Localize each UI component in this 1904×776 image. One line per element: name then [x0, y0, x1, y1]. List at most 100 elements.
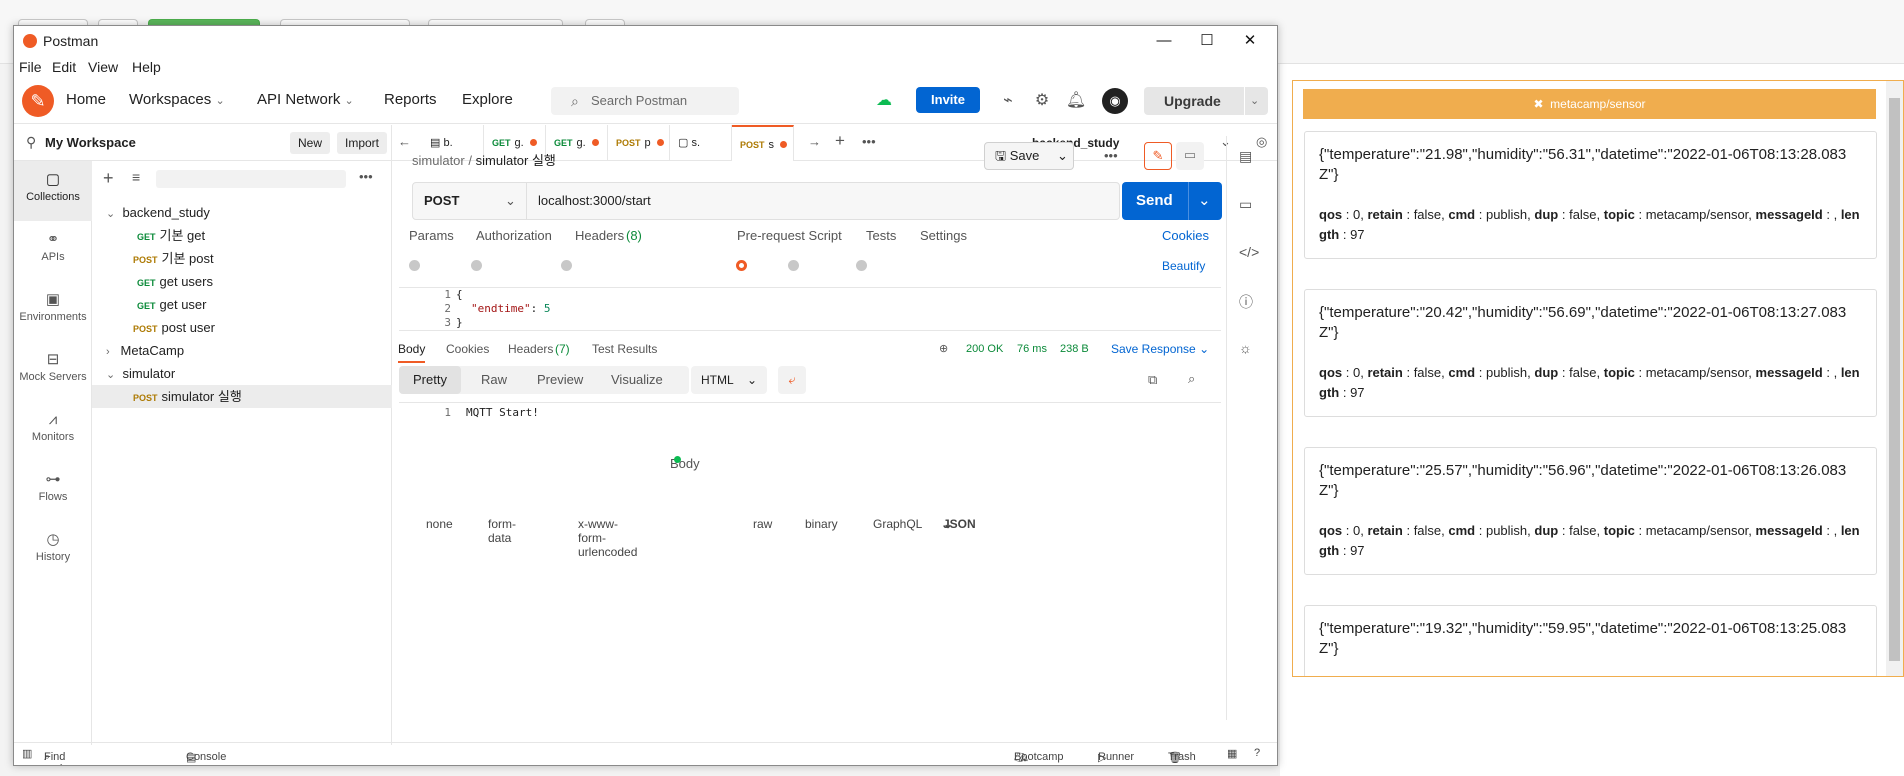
tree-folder[interactable]: ⌄ simulator [92, 362, 392, 385]
method-select[interactable]: POST ⌄ [413, 183, 527, 219]
avatar[interactable]: ◉ [1102, 88, 1128, 114]
nav-workspaces[interactable]: Workspaces ⌄ [129, 91, 225, 108]
gear-icon[interactable]: ⚙ [1030, 89, 1054, 113]
topic-header[interactable]: ✖ metacamp/sensor [1303, 89, 1876, 119]
workspace-name[interactable]: My Workspace [45, 135, 136, 150]
tree-folder[interactable]: ⌄ backend_study [92, 201, 392, 224]
resp-tab-body[interactable]: Body [398, 342, 426, 363]
minimize-button[interactable]: — [1149, 30, 1179, 52]
search-input[interactable]: ⌕ Search Postman [551, 87, 739, 115]
tree-request[interactable]: POST post user [92, 316, 392, 339]
breadcrumb-parent[interactable]: simulator [412, 153, 465, 168]
resp-tab-headers[interactable]: Headers [508, 342, 553, 356]
tab-settings[interactable]: Settings [920, 228, 967, 243]
tab-authorization[interactable]: Authorization [476, 228, 552, 243]
tab-pre-request-script[interactable]: Pre-request Script [737, 228, 842, 243]
view-preview[interactable]: Preview [537, 372, 583, 387]
comments-icon[interactable]: ▭ [1239, 196, 1252, 213]
satellite-icon[interactable]: ⌁ [996, 89, 1020, 113]
send-button[interactable]: Send ⌄ [1122, 182, 1222, 220]
search-icon[interactable]: ⌕ [1188, 371, 1195, 387]
request-tab[interactable]: POST p [608, 125, 670, 161]
scrollbar-thumb[interactable] [1889, 98, 1900, 661]
sidebar-item-collections[interactable]: ▢ Collections [14, 161, 92, 221]
info-icon[interactable]: ⓘ [1239, 292, 1253, 312]
radio-urlencoded[interactable]: x-www-form-urlencoded [561, 259, 637, 559]
more-icon[interactable]: ••• [1104, 148, 1118, 163]
bell-icon[interactable]: 🔔︎ [1064, 89, 1088, 113]
chevron-down-icon[interactable]: ⌄ [1057, 143, 1068, 169]
postman-app-icon[interactable]: ✎ [22, 85, 54, 117]
url-input[interactable]: localhost:3000/start [538, 183, 651, 219]
tree-request[interactable]: GET get user [92, 293, 392, 316]
radio-graphql[interactable]: GraphQL [856, 259, 922, 531]
tree-request[interactable]: GET get users [92, 270, 392, 293]
request-body-editor[interactable]: 1 { 2 "endtime": 5 3 } [399, 287, 1221, 331]
sidebar-item-apis[interactable]: ⚭ APIs [14, 221, 92, 277]
tree-folder[interactable]: › MetaCamp [92, 339, 392, 362]
forward-icon[interactable]: → [808, 134, 821, 149]
radio-form-data[interactable]: form-data [471, 259, 516, 545]
sidebar-item-mock-servers[interactable]: ⊟ Mock Servers [14, 341, 92, 397]
response-body[interactable]: 1 MQTT Start! [399, 402, 1221, 419]
radio-none[interactable]: none [409, 259, 453, 531]
invite-button[interactable]: Invite [916, 87, 980, 113]
tree-request[interactable]: POST 기본 post [92, 247, 392, 270]
response-time[interactable]: 76 ms [1017, 343, 1047, 355]
chevron-down-icon[interactable]: ⌄ [1250, 87, 1259, 115]
breadcrumb-current[interactable]: simulator 실행 [476, 153, 556, 168]
tree-request[interactable]: GET 기본 get [92, 224, 392, 247]
back-icon[interactable]: ← [398, 134, 411, 149]
more-icon[interactable]: ••• [862, 134, 876, 149]
sidebar-item-monitors[interactable]: ⩘ Monitors [14, 401, 92, 457]
tab-params[interactable]: Params [409, 228, 454, 243]
sidebar-item-environments[interactable]: ▣ Environments [14, 281, 92, 337]
nav-explore[interactable]: Explore [462, 91, 513, 108]
request-tab-active[interactable]: POST s [732, 125, 794, 161]
menu-edit[interactable]: Edit [52, 59, 76, 75]
sidebar-toggle-icon[interactable]: ▥ [22, 747, 32, 760]
code-icon[interactable]: </> [1239, 244, 1259, 260]
comment-icon[interactable]: ▭ [1176, 142, 1204, 170]
wrap-lines-icon[interactable]: ⤶ [778, 366, 806, 394]
layout-icon[interactable]: ▦ [1227, 747, 1237, 760]
response-size[interactable]: 238 B [1060, 343, 1089, 355]
close-button[interactable]: ✕ [1235, 30, 1265, 52]
menu-help[interactable]: Help [132, 59, 161, 75]
plus-icon[interactable]: + [103, 168, 114, 189]
tree-request[interactable]: POST simulator 실행 [92, 385, 392, 408]
resp-tab-cookies[interactable]: Cookies [446, 342, 489, 356]
chevron-down-icon[interactable]: ⌄ [1198, 182, 1211, 220]
upgrade-button[interactable]: Upgrade ⌄ [1144, 87, 1268, 115]
tab-headers[interactable]: Headers [575, 228, 624, 243]
documentation-icon[interactable]: ▤ [1239, 148, 1252, 165]
scrollbar[interactable] [1886, 81, 1903, 676]
save-response-button[interactable]: Save Response ⌄ [1111, 342, 1209, 356]
nav-api-network[interactable]: API Network ⌄ [257, 91, 354, 108]
close-icon[interactable]: ✖ [1533, 97, 1543, 111]
view-pretty[interactable]: Pretty [399, 366, 461, 394]
new-tab-plus-icon[interactable]: + [835, 131, 845, 151]
cookies-link[interactable]: Cookies [1162, 228, 1209, 243]
filter-icon[interactable]: ≡ [132, 169, 140, 185]
radio-raw[interactable]: raw [736, 259, 772, 531]
import-button[interactable]: Import [337, 132, 388, 154]
edit-pencil-icon[interactable]: ✎ [1144, 142, 1172, 170]
request-tab[interactable]: ▢ s. [670, 125, 732, 161]
more-icon[interactable]: ••• [359, 169, 373, 184]
view-raw[interactable]: Raw [481, 372, 507, 387]
maximize-button[interactable]: ☐ [1192, 30, 1222, 52]
globe-icon[interactable]: ⊕ [939, 342, 948, 355]
collections-filter-input[interactable] [156, 170, 346, 188]
menu-view[interactable]: View [88, 59, 118, 75]
sidebar-item-history[interactable]: ◷ History [14, 521, 92, 577]
lightbulb-icon[interactable]: ☼ [1239, 340, 1252, 356]
response-status[interactable]: 200 OK [966, 343, 1003, 355]
resp-tab-test-results[interactable]: Test Results [592, 342, 657, 356]
tab-tests[interactable]: Tests [866, 228, 896, 243]
save-button[interactable]: 🖫︎ Save ⌄ [984, 142, 1074, 170]
new-button[interactable]: New [290, 132, 331, 154]
menu-file[interactable]: File [19, 59, 42, 75]
view-visualize[interactable]: Visualize [611, 372, 663, 387]
format-select[interactable]: HTML ⌄ [691, 366, 767, 394]
